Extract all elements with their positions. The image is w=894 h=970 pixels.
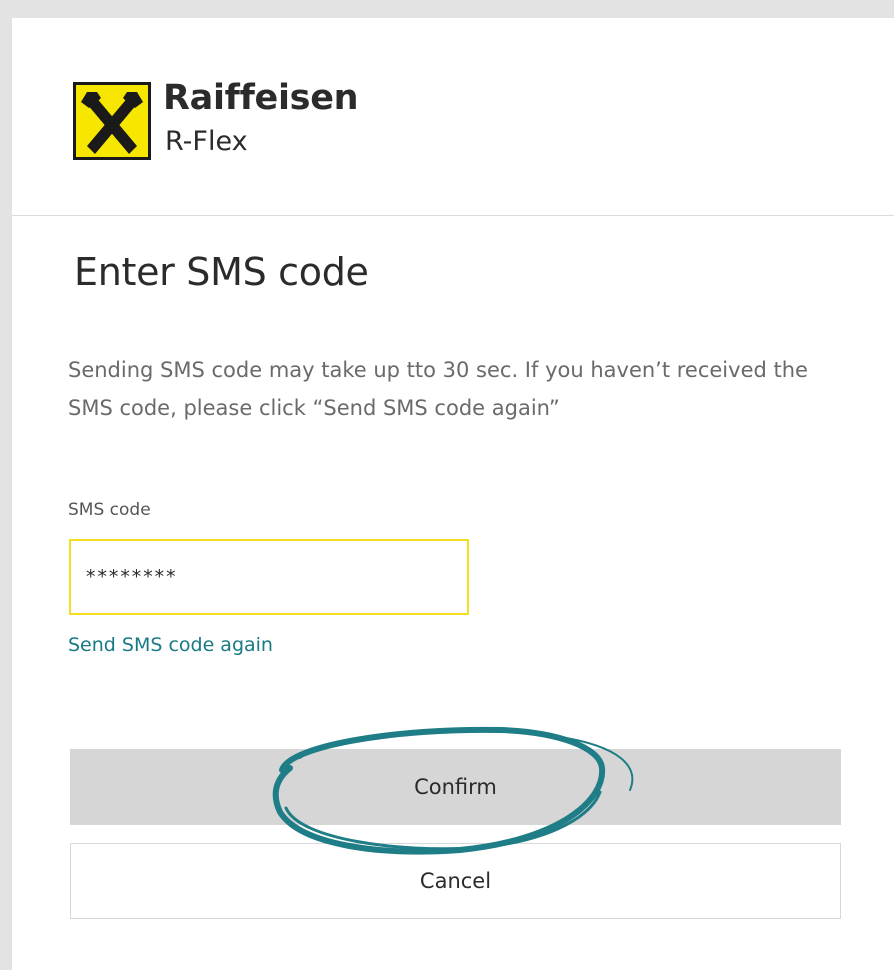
brand-name: Raiffeisen bbox=[163, 78, 359, 118]
raiffeisen-logo-icon bbox=[73, 82, 151, 160]
login-card: Raiffeisen R-Flex Enter SMS code Sending… bbox=[12, 18, 894, 970]
header: Raiffeisen R-Flex bbox=[12, 18, 894, 216]
product-name: R-Flex bbox=[165, 126, 248, 157]
sms-code-label: SMS code bbox=[68, 500, 151, 520]
cancel-button-label: Cancel bbox=[419, 869, 492, 893]
cancel-button[interactable]: Cancel bbox=[70, 843, 841, 919]
sms-code-input[interactable] bbox=[69, 539, 469, 615]
page-title: Enter SMS code bbox=[74, 250, 369, 294]
raiffeisen-logo: Raiffeisen R-Flex bbox=[73, 78, 393, 162]
info-text: Sending SMS code may take up tto 30 sec.… bbox=[68, 358, 808, 420]
confirm-button[interactable]: Confirm bbox=[70, 749, 841, 825]
send-sms-again-link[interactable]: Send SMS code again bbox=[68, 634, 273, 656]
confirm-button-label: Confirm bbox=[414, 775, 497, 799]
